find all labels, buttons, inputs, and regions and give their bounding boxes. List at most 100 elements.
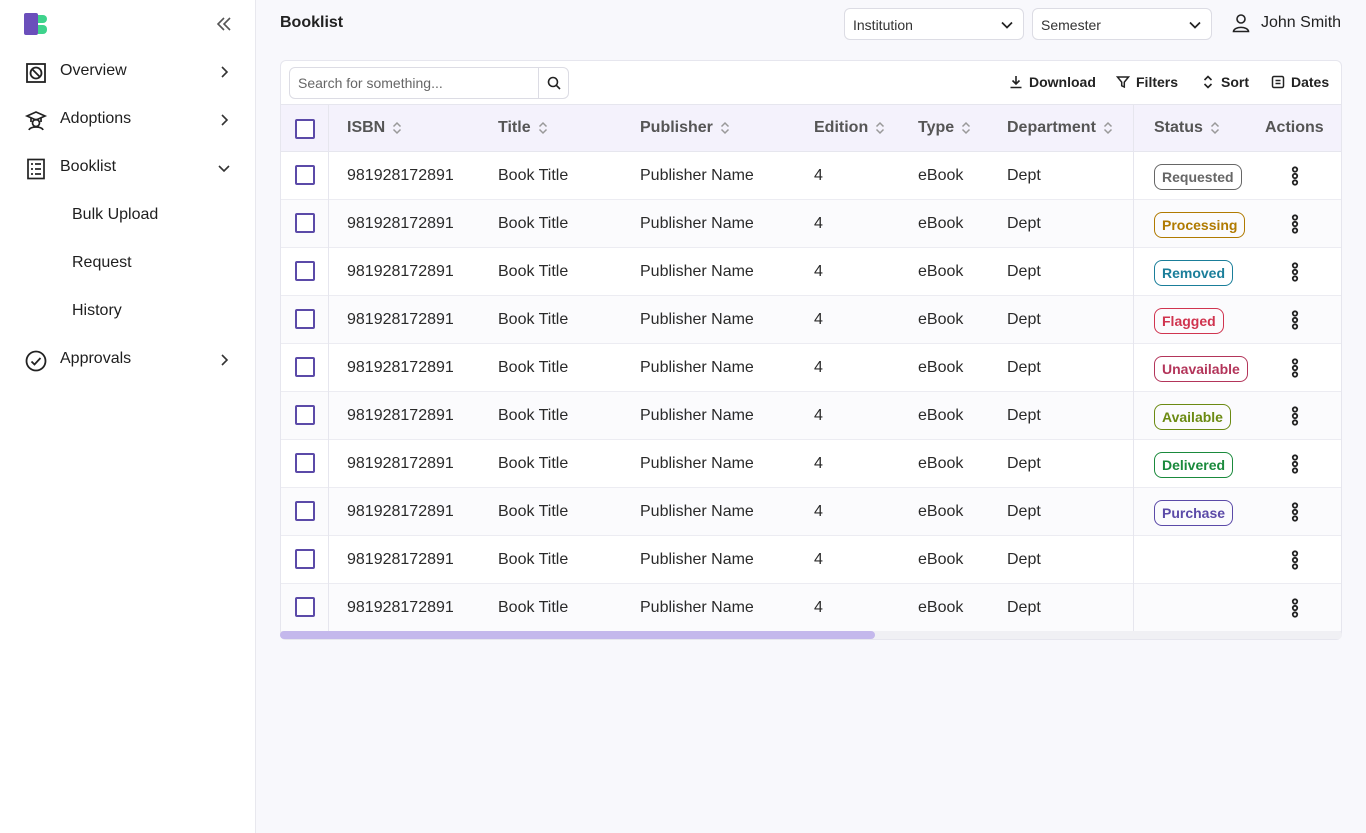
cell-publisher: Publisher Name bbox=[640, 599, 754, 616]
cell-title: Book Title bbox=[498, 551, 569, 568]
cell-isbn: 981928172891 bbox=[347, 599, 454, 616]
column-header-label: Type bbox=[918, 119, 955, 136]
column-header-edition[interactable]: Edition bbox=[814, 119, 886, 137]
cell-type: eBook bbox=[918, 599, 964, 616]
sidebar-item-overview[interactable]: Overview bbox=[0, 52, 255, 92]
row-checkbox[interactable] bbox=[295, 213, 315, 233]
sidebar-subitem-history[interactable]: History bbox=[72, 302, 122, 320]
row-checkbox[interactable] bbox=[295, 405, 315, 425]
sort-arrows-icon bbox=[962, 121, 971, 135]
filters-button[interactable]: Filters bbox=[1116, 74, 1178, 90]
more-actions-icon[interactable] bbox=[1285, 502, 1305, 522]
status-badge: Flagged bbox=[1154, 308, 1224, 334]
sidebar-subitem-request[interactable]: Request bbox=[72, 254, 132, 272]
collapse-sidebar-icon[interactable] bbox=[214, 14, 234, 34]
column-header-department[interactable]: Department bbox=[1007, 119, 1114, 137]
column-header-isbn[interactable]: ISBN bbox=[347, 119, 403, 137]
chevron-down-icon bbox=[218, 165, 230, 173]
cell-isbn: 981928172891 bbox=[347, 359, 454, 376]
filter-icon bbox=[1116, 76, 1130, 89]
sort-arrows-icon bbox=[1103, 121, 1112, 135]
cell-department: Dept bbox=[1007, 359, 1041, 376]
column-header-label: Actions bbox=[1265, 119, 1324, 136]
booklist-icon bbox=[27, 158, 45, 180]
search-input[interactable] bbox=[290, 68, 540, 98]
user-menu[interactable]: John Smith bbox=[1230, 12, 1341, 34]
sort-button[interactable]: Sort bbox=[1201, 74, 1249, 90]
status-badge: Purchase bbox=[1154, 500, 1234, 526]
column-header-actions: Actions bbox=[1265, 119, 1324, 137]
cell-type: eBook bbox=[918, 359, 964, 376]
cell-publisher: Publisher Name bbox=[640, 167, 754, 184]
cell-publisher: Publisher Name bbox=[640, 551, 754, 568]
cell-title: Book Title bbox=[498, 455, 569, 472]
cell-isbn: 981928172891 bbox=[347, 167, 454, 184]
semester-select[interactable]: Semester bbox=[1032, 8, 1212, 40]
column-header-type[interactable]: Type bbox=[918, 119, 972, 137]
sort-arrows-icon bbox=[538, 121, 547, 135]
semester-select-value: Semester bbox=[1041, 17, 1101, 33]
cell-department: Dept bbox=[1007, 263, 1041, 280]
cell-edition: 4 bbox=[814, 551, 823, 568]
table-row: 981928172891 Book Title Publisher Name 4 eBo… bbox=[281, 248, 1341, 296]
cell-title: Book Title bbox=[498, 503, 569, 520]
select-all-checkbox[interactable] bbox=[295, 119, 315, 139]
cell-department: Dept bbox=[1007, 167, 1041, 184]
cell-type: eBook bbox=[918, 263, 964, 280]
institution-select[interactable]: Institution bbox=[844, 8, 1024, 40]
sidebar-item-booklist[interactable]: Booklist bbox=[0, 148, 255, 188]
row-checkbox[interactable] bbox=[295, 597, 315, 617]
cell-type: eBook bbox=[918, 215, 964, 232]
cell-publisher: Publisher Name bbox=[640, 359, 754, 376]
dates-button[interactable]: Dates bbox=[1271, 74, 1329, 90]
cell-title: Book Title bbox=[498, 167, 569, 184]
more-actions-icon[interactable] bbox=[1285, 262, 1305, 282]
column-header-publisher[interactable]: Publisher bbox=[640, 119, 731, 137]
sidebar-item-adoptions[interactable]: Adoptions bbox=[0, 100, 255, 140]
chevron-right-icon bbox=[221, 66, 229, 78]
more-actions-icon[interactable] bbox=[1285, 598, 1305, 618]
approvals-icon bbox=[25, 350, 47, 372]
sidebar-item-label: Overview bbox=[60, 62, 127, 79]
row-checkbox[interactable] bbox=[295, 357, 315, 377]
column-header-status[interactable]: Status bbox=[1154, 119, 1221, 137]
booklist-table-card: Download Filters Sort Dates ISBN Title P… bbox=[280, 60, 1342, 640]
search-button[interactable] bbox=[538, 68, 568, 98]
search-icon bbox=[547, 76, 561, 90]
more-actions-icon[interactable] bbox=[1285, 214, 1305, 234]
column-divider bbox=[1133, 104, 1134, 632]
row-checkbox[interactable] bbox=[295, 501, 315, 521]
cell-publisher: Publisher Name bbox=[640, 311, 754, 328]
cell-edition: 4 bbox=[814, 359, 823, 376]
cell-department: Dept bbox=[1007, 215, 1041, 232]
horizontal-scrollbar-thumb[interactable] bbox=[280, 631, 875, 639]
row-checkbox[interactable] bbox=[295, 549, 315, 569]
status-badge: Delivered bbox=[1154, 452, 1234, 478]
more-actions-icon[interactable] bbox=[1285, 454, 1305, 474]
sidebar-item-approvals[interactable]: Approvals bbox=[0, 340, 255, 380]
cell-edition: 4 bbox=[814, 215, 823, 232]
cell-edition: 4 bbox=[814, 503, 823, 520]
more-actions-icon[interactable] bbox=[1285, 550, 1305, 570]
column-header-title[interactable]: Title bbox=[498, 119, 549, 137]
cell-edition: 4 bbox=[814, 167, 823, 184]
cell-department: Dept bbox=[1007, 551, 1041, 568]
row-checkbox[interactable] bbox=[295, 453, 315, 473]
more-actions-icon[interactable] bbox=[1285, 406, 1305, 426]
cell-title: Book Title bbox=[498, 359, 569, 376]
row-checkbox[interactable] bbox=[295, 165, 315, 185]
more-actions-icon[interactable] bbox=[1285, 358, 1305, 378]
row-checkbox[interactable] bbox=[295, 261, 315, 281]
more-actions-icon[interactable] bbox=[1285, 166, 1305, 186]
cell-edition: 4 bbox=[814, 455, 823, 472]
app-logo[interactable] bbox=[24, 13, 52, 35]
row-checkbox[interactable] bbox=[295, 309, 315, 329]
sidebar-subitem-bulk-upload[interactable]: Bulk Upload bbox=[72, 206, 158, 224]
sidebar-item-label: Booklist bbox=[60, 158, 117, 175]
download-icon bbox=[1010, 76, 1022, 89]
table-row: 981928172891 Book Title Publisher Name 4 eBo… bbox=[281, 344, 1341, 392]
download-button[interactable]: Download bbox=[1009, 74, 1096, 90]
more-actions-icon[interactable] bbox=[1285, 310, 1305, 330]
cell-department: Dept bbox=[1007, 503, 1041, 520]
cell-department: Dept bbox=[1007, 455, 1041, 472]
